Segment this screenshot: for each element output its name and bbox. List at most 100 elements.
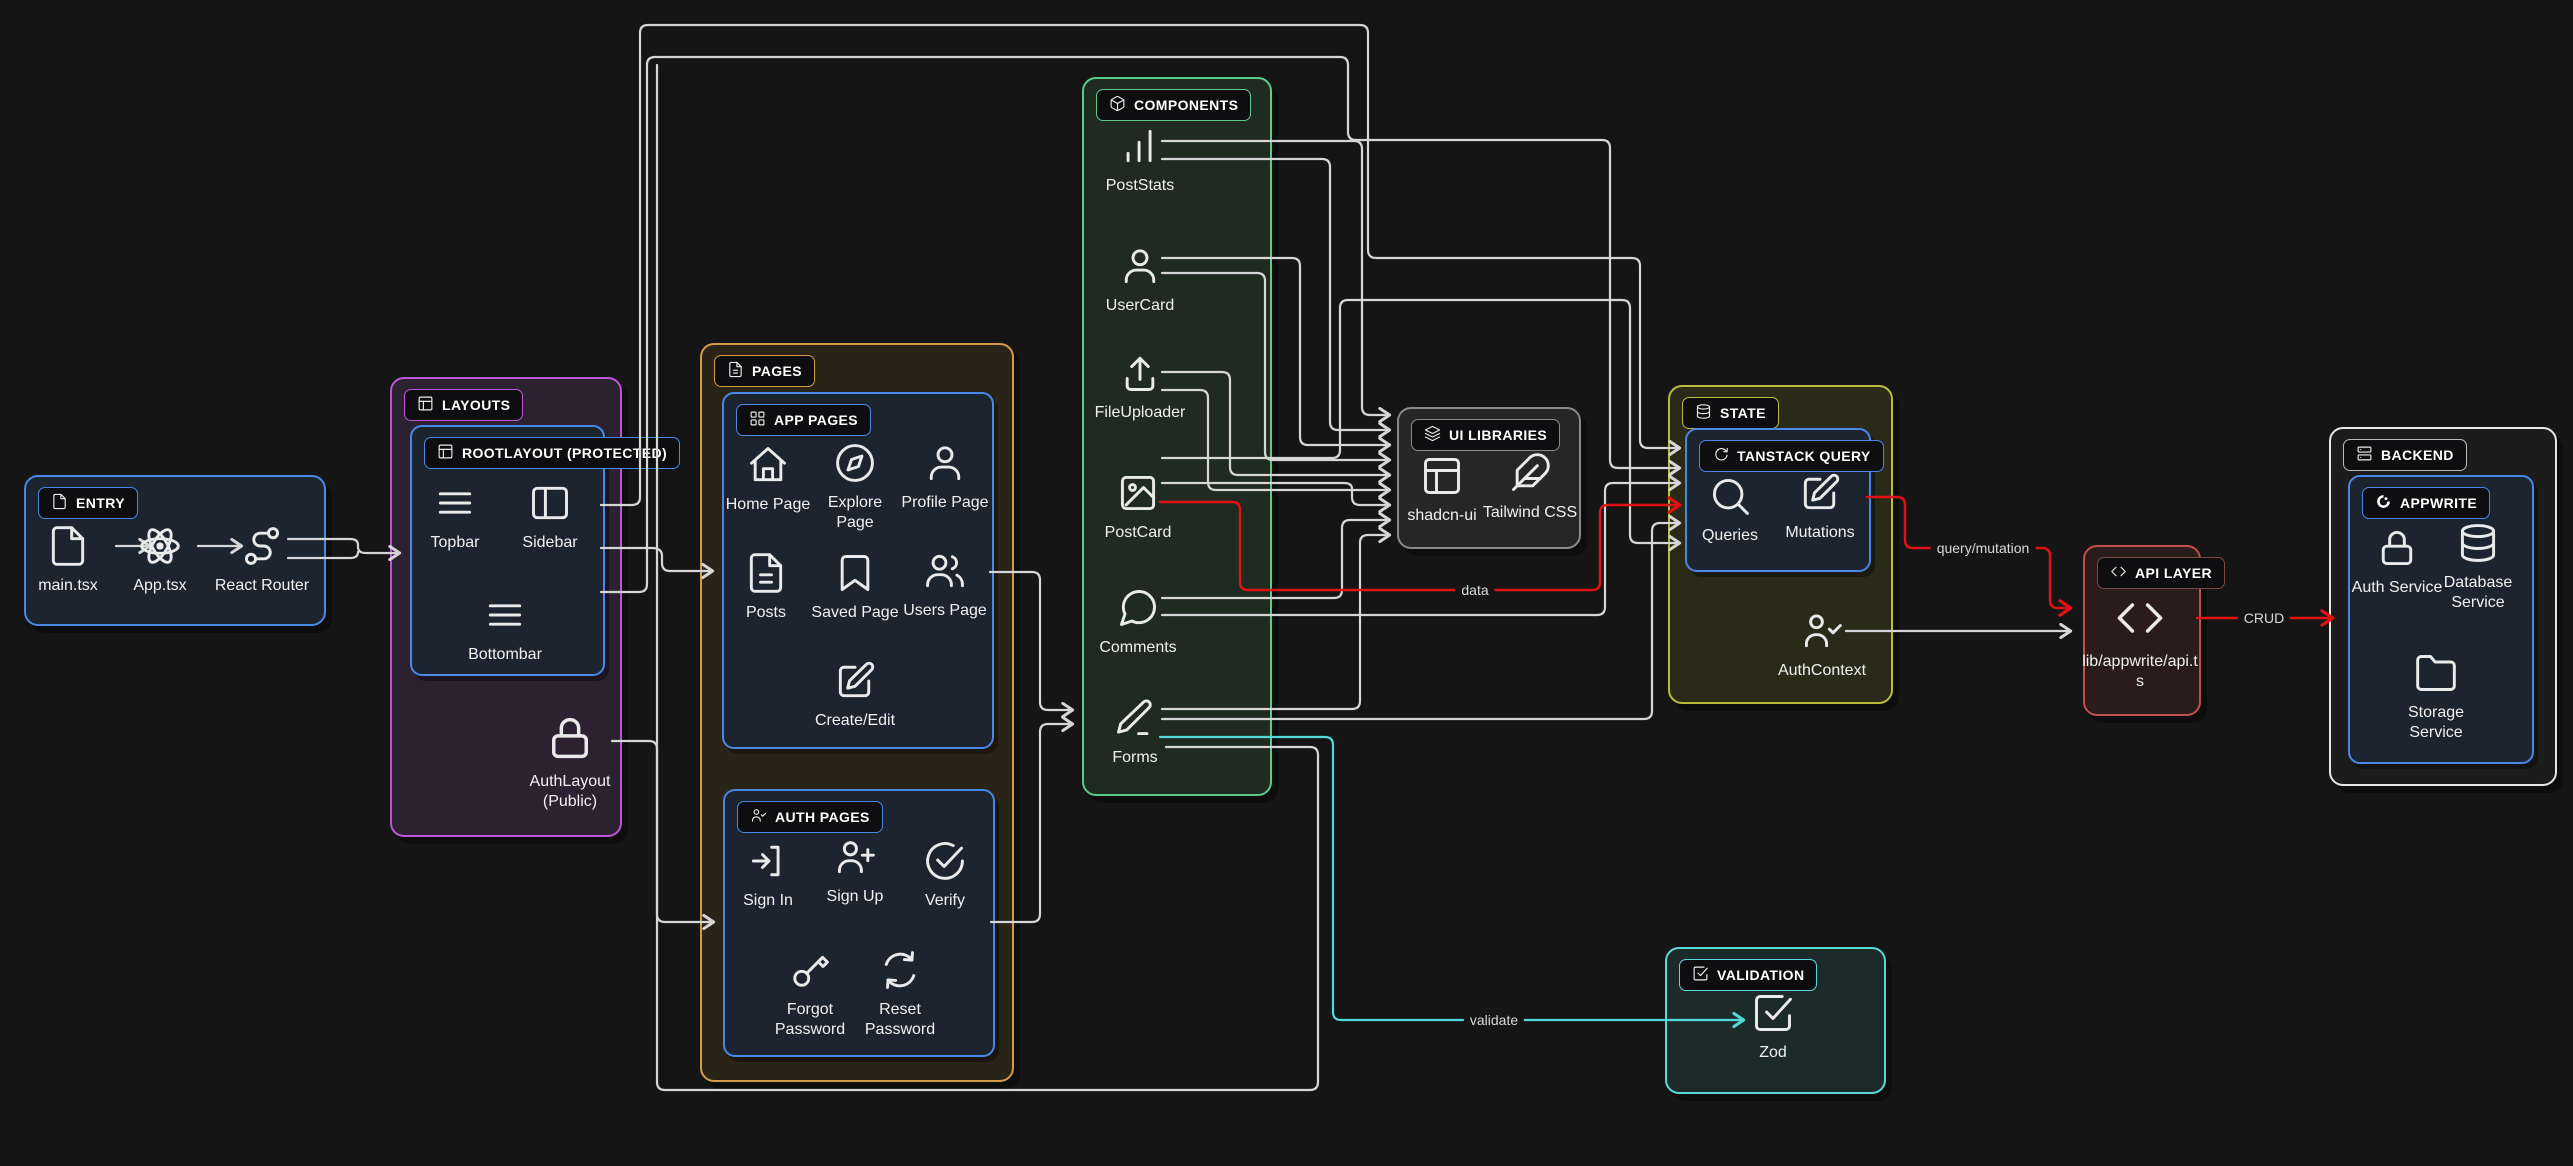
upload-icon xyxy=(1118,351,1162,395)
appwrite-badge: APPWRITE xyxy=(2362,487,2490,519)
user-icon xyxy=(1118,244,1162,288)
node-sign-up[interactable]: Sign Up xyxy=(807,835,903,907)
edge-label-crud: CRUD xyxy=(2238,610,2290,626)
node-forgot-password[interactable]: Forgot Password xyxy=(760,948,860,1041)
node-topbar[interactable]: Topbar xyxy=(407,481,503,553)
backend-badge: BACKEND xyxy=(2343,439,2467,471)
node-fileuploader[interactable]: FileUploader xyxy=(1085,351,1195,423)
node-app-tsx[interactable]: App.tsx xyxy=(112,524,208,596)
message-circle-icon xyxy=(1116,586,1160,630)
user-icon xyxy=(923,441,967,485)
node-bottombar[interactable]: Bottombar xyxy=(450,593,560,665)
tanstack-badge-label: TANSTACK QUERY xyxy=(1737,448,1871,464)
diagram-canvas: ENTRY LAYOUTS ROOTLAYOUT (PROTECTED) PAG… xyxy=(0,0,2573,1166)
node-users-page[interactable]: Users Page xyxy=(897,549,993,621)
bookmark-icon xyxy=(833,551,877,595)
layout-icon xyxy=(437,443,454,463)
node-label: Sign Up xyxy=(827,887,884,907)
node-label: Create/Edit xyxy=(815,711,895,731)
node-sidebar[interactable]: Sidebar xyxy=(502,481,598,553)
node-postcard[interactable]: PostCard xyxy=(1083,471,1193,543)
rootlayout-badge: ROOTLAYOUT (PROTECTED) xyxy=(424,437,680,469)
node-label: lib/appwrite/api.ts xyxy=(2082,652,2198,693)
node-label: Profile Page xyxy=(901,493,988,513)
node-authcontext[interactable]: AuthContext xyxy=(1767,609,1877,681)
ui-libraries-badge-label: UI LIBRARIES xyxy=(1449,427,1547,443)
node-label: React Router xyxy=(215,576,309,596)
appwrite-badge-label: APPWRITE xyxy=(2400,495,2477,511)
components-badge: COMPONENTS xyxy=(1096,89,1251,121)
node-auth-layout[interactable]: AuthLayout (Public) xyxy=(520,712,620,813)
node-saved-page[interactable]: Saved Page xyxy=(807,551,903,623)
components-badge-label: COMPONENTS xyxy=(1134,97,1238,113)
compass-icon xyxy=(833,441,877,485)
node-appwrite-api-file[interactable]: lib/appwrite/api.ts xyxy=(2082,592,2198,693)
pages-badge-label: PAGES xyxy=(752,363,802,379)
menu-icon xyxy=(433,481,477,525)
layout-icon xyxy=(417,395,434,415)
node-storage-service[interactable]: Storage Service xyxy=(2388,651,2484,744)
node-label: Users Page xyxy=(903,601,987,621)
node-main-tsx[interactable]: main.tsx xyxy=(20,524,116,596)
node-label: Tailwind CSS xyxy=(1483,503,1577,523)
node-label: Storage Service xyxy=(2388,703,2484,744)
pages-badge: PAGES xyxy=(714,355,815,387)
node-posts[interactable]: Posts xyxy=(718,551,814,623)
file-icon xyxy=(51,493,68,513)
node-create-edit[interactable]: Create/Edit xyxy=(800,659,910,731)
check-square-icon xyxy=(1692,965,1709,985)
refresh-ccw-icon xyxy=(878,948,922,992)
node-label: Queries xyxy=(1702,526,1758,546)
database-icon xyxy=(1695,403,1712,423)
backend-badge-label: BACKEND xyxy=(2381,447,2454,463)
layouts-badge-label: LAYOUTS xyxy=(442,397,510,413)
bar-chart-icon xyxy=(1118,124,1162,168)
node-home-page[interactable]: Home Page xyxy=(720,443,816,515)
node-reset-password[interactable]: Reset Password xyxy=(850,948,950,1041)
file-icon xyxy=(46,524,90,568)
node-label: Forgot Password xyxy=(760,1000,860,1041)
node-label: Posts xyxy=(746,603,786,623)
node-react-router[interactable]: React Router xyxy=(207,524,317,596)
node-zod[interactable]: Zod xyxy=(1725,991,1821,1063)
react-icon xyxy=(138,524,182,568)
database-icon xyxy=(2456,521,2500,565)
node-queries[interactable]: Queries xyxy=(1682,474,1778,546)
node-usercard[interactable]: UserCard xyxy=(1085,244,1195,316)
app-pages-badge: APP PAGES xyxy=(736,404,871,436)
node-comments[interactable]: Comments xyxy=(1083,586,1193,658)
file-text-icon xyxy=(727,361,744,381)
validation-badge: VALIDATION xyxy=(1679,959,1817,991)
layout-icon xyxy=(1420,454,1464,498)
node-label: Database Service xyxy=(2430,573,2526,614)
home-icon xyxy=(746,443,790,487)
node-label: Comments xyxy=(1099,638,1176,658)
node-mutations[interactable]: Mutations xyxy=(1772,471,1868,543)
node-explore-page[interactable]: Explore Page xyxy=(807,441,903,534)
node-label: Explore Page xyxy=(807,493,903,534)
appwrite-logo-icon xyxy=(2375,493,2392,513)
edge-label-data: data xyxy=(1455,582,1494,598)
node-label: Auth Service xyxy=(2352,578,2443,598)
node-tailwind-css[interactable]: Tailwind CSS xyxy=(1475,451,1585,523)
user-check-icon xyxy=(750,807,767,827)
server-icon xyxy=(2356,445,2373,465)
node-verify[interactable]: Verify xyxy=(897,839,993,911)
node-sign-in[interactable]: Sign In xyxy=(720,839,816,911)
entry-badge-label: ENTRY xyxy=(76,495,125,511)
node-database-service[interactable]: Database Service xyxy=(2430,521,2526,614)
ui-libraries-badge: UI LIBRARIES xyxy=(1411,419,1560,451)
node-label: Bottombar xyxy=(468,645,542,665)
tanstack-query-badge: TANSTACK QUERY xyxy=(1699,440,1884,472)
state-badge-label: STATE xyxy=(1720,405,1766,421)
code-icon xyxy=(2110,563,2127,583)
users-icon xyxy=(923,549,967,593)
node-forms[interactable]: Forms xyxy=(1080,696,1190,768)
node-poststats[interactable]: PostStats xyxy=(1085,124,1195,196)
layouts-badge: LAYOUTS xyxy=(404,389,523,421)
user-plus-icon xyxy=(833,835,877,879)
edit-icon xyxy=(1798,471,1842,515)
node-profile-page[interactable]: Profile Page xyxy=(897,441,993,513)
pencil-icon xyxy=(1113,696,1157,740)
package-icon xyxy=(1109,95,1126,115)
